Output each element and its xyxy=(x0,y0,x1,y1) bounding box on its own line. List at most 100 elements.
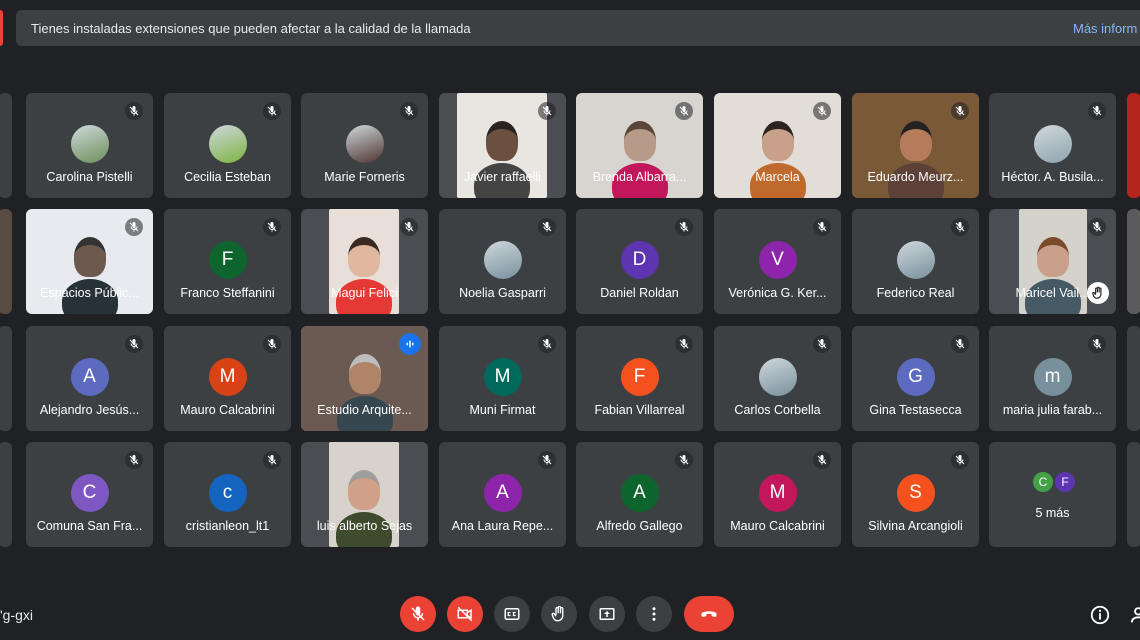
participant-tile[interactable]: Marcela xyxy=(714,93,841,198)
participant-tile[interactable]: m maria julia farab... xyxy=(989,326,1116,431)
audio-level-icon xyxy=(399,333,421,355)
banner-message: Tienes instaladas extensiones que pueden… xyxy=(31,21,471,36)
participant-name: Maricel Vail... xyxy=(1015,286,1090,300)
meeting-code: 'g-gxi xyxy=(0,607,34,623)
participant-name: Carlos Corbella xyxy=(734,403,821,417)
avatar: c xyxy=(208,474,247,512)
participant-tile[interactable]: c cristianleon_lt1 xyxy=(164,442,291,547)
avatar-photo xyxy=(208,125,247,163)
avatar-photo xyxy=(70,125,109,163)
participant-tile[interactable]: C Comuna San Fra... xyxy=(26,442,153,547)
mic-off-icon xyxy=(813,218,831,236)
mic-off-icon xyxy=(951,451,969,469)
participant-tile[interactable]: Eduardo Meurz... xyxy=(852,93,979,198)
avatar: M xyxy=(483,358,522,396)
people-button[interactable] xyxy=(1130,604,1140,626)
captions-button[interactable] xyxy=(494,596,530,632)
more-vert-icon xyxy=(652,607,656,621)
participant-tile[interactable]: Federico Real xyxy=(852,209,979,314)
participant-tile[interactable]: Marie Forneris xyxy=(301,93,428,198)
avatar-photo xyxy=(1033,125,1072,163)
participant-name: Comuna San Fra... xyxy=(36,519,143,533)
participant-name: Muni Firmat xyxy=(469,403,536,417)
participant-tile[interactable]: F Fabian Villarreal xyxy=(576,326,703,431)
participant-tile[interactable]: Carolina Pistelli xyxy=(26,93,153,198)
more-avatars: CF xyxy=(1031,470,1081,496)
avatar-photo xyxy=(896,241,935,279)
mic-off-icon xyxy=(951,102,969,120)
participant-name: Mauro Calcabrini xyxy=(180,403,275,417)
alert-edge xyxy=(0,10,3,46)
more-options-button[interactable] xyxy=(636,596,672,632)
mic-off-icon xyxy=(813,102,831,120)
end-call-button[interactable] xyxy=(684,596,734,632)
person-head xyxy=(73,237,106,277)
avatar: F xyxy=(620,358,659,396)
participant-tile[interactable]: V Verónica G. Ker... xyxy=(714,209,841,314)
participant-tile[interactable]: Brenda Albarra... xyxy=(576,93,703,198)
participant-name: Brenda Albarra... xyxy=(592,170,687,184)
mic-off-icon xyxy=(125,102,143,120)
participant-tile[interactable]: Espacios Públic... xyxy=(26,209,153,314)
participant-name: Mauro Calcabrini xyxy=(730,519,825,533)
people-icon xyxy=(1130,607,1140,623)
participant-tile[interactable]: Maricel Vail... xyxy=(989,209,1116,314)
mini-avatar: C xyxy=(1031,470,1055,494)
participant-name: Cecilia Esteban xyxy=(184,170,271,184)
mic-off-icon xyxy=(538,451,556,469)
raise-hand-button[interactable] xyxy=(541,596,577,632)
participant-name: Héctor. A. Busila... xyxy=(1001,170,1104,184)
mic-off-button[interactable] xyxy=(400,596,436,632)
partial-tile-left xyxy=(0,326,12,431)
mic-off-icon xyxy=(675,451,693,469)
mic-off-icon xyxy=(813,451,831,469)
avatar: D xyxy=(620,241,659,279)
participant-tile[interactable]: D Daniel Roldan xyxy=(576,209,703,314)
participant-name: Federico Real xyxy=(876,286,955,300)
participant-name: Silvina Arcangioli xyxy=(868,519,963,533)
participant-name: Marcela xyxy=(755,170,800,184)
info-icon xyxy=(1090,605,1110,625)
partial-tile-right xyxy=(1127,326,1140,431)
participant-tile[interactable]: luis alberto Sejas xyxy=(301,442,428,547)
participant-tile[interactable]: Noelia Gasparri xyxy=(439,209,566,314)
mic-off-icon xyxy=(1088,335,1106,353)
meeting-details-button[interactable] xyxy=(1089,604,1111,626)
participant-tile[interactable]: Cecilia Esteban xyxy=(164,93,291,198)
participant-tile[interactable]: A Alejandro Jesús... xyxy=(26,326,153,431)
mic-off-icon xyxy=(263,218,281,236)
present-button[interactable] xyxy=(589,596,625,632)
participant-tile[interactable]: Carlos Corbella xyxy=(714,326,841,431)
participant-tile[interactable]: M Muni Firmat xyxy=(439,326,566,431)
participant-tile[interactable]: F Franco Steffanini xyxy=(164,209,291,314)
more-participants-tile[interactable]: CF 5 más xyxy=(989,442,1116,547)
person-head xyxy=(348,237,380,277)
participant-tile[interactable]: M Mauro Calcabrini xyxy=(714,442,841,547)
avatar: S xyxy=(896,474,935,512)
participant-tile[interactable]: Javier raffaelli xyxy=(439,93,566,198)
participant-name: Espacios Públic... xyxy=(40,286,139,300)
mic-off-icon xyxy=(813,335,831,353)
mic-off-icon xyxy=(1088,102,1106,120)
participant-tile[interactable]: Estudio Arquite... xyxy=(301,326,428,431)
participant-tile[interactable]: G Gina Testasecca xyxy=(852,326,979,431)
participant-tile[interactable]: A Alfredo Gallego xyxy=(576,442,703,547)
person-head xyxy=(348,470,380,510)
partial-tile-left xyxy=(0,93,12,198)
partial-tile-right xyxy=(1127,442,1140,547)
avatar: A xyxy=(70,358,109,396)
extensions-warning-banner: Tienes instaladas extensiones que pueden… xyxy=(16,10,1140,46)
participant-tile[interactable]: M Mauro Calcabrini xyxy=(164,326,291,431)
participant-tile[interactable]: Magui Felici xyxy=(301,209,428,314)
camera-off-button[interactable] xyxy=(447,596,483,632)
mic-off-icon xyxy=(125,218,143,236)
person-head xyxy=(1037,237,1069,277)
more-info-link[interactable]: Más inform xyxy=(1073,21,1137,36)
person-head xyxy=(623,121,656,161)
avatar: M xyxy=(758,474,797,512)
participant-name: Daniel Roldan xyxy=(600,286,679,300)
hang-up-icon xyxy=(701,611,717,617)
participant-tile[interactable]: A Ana Laura Repe... xyxy=(439,442,566,547)
participant-tile[interactable]: S Silvina Arcangioli xyxy=(852,442,979,547)
participant-tile[interactable]: Héctor. A. Busila... xyxy=(989,93,1116,198)
